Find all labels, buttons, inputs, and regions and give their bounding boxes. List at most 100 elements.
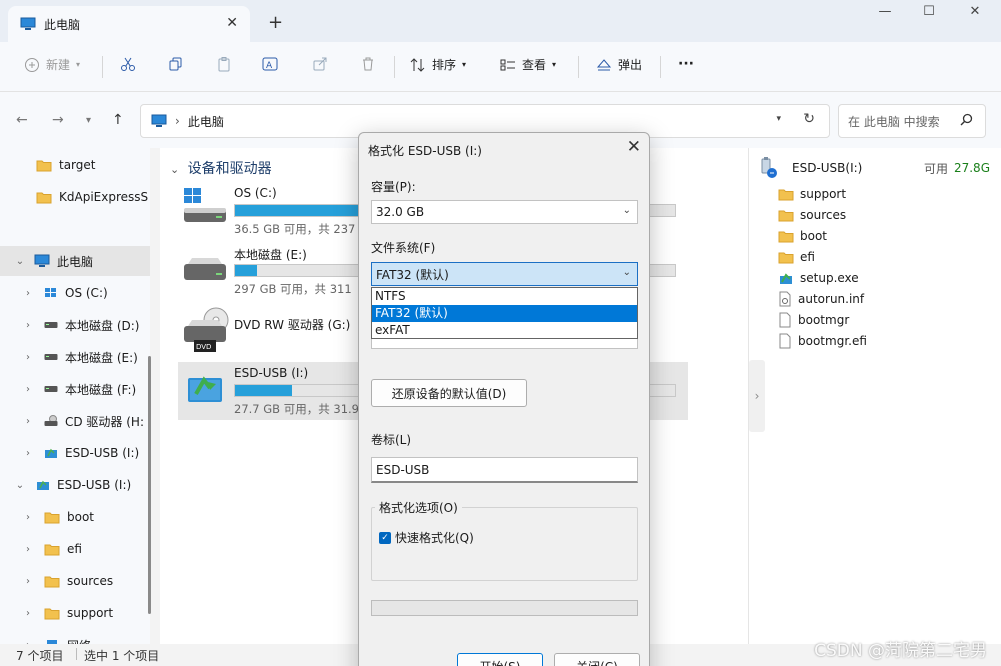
back-arrow-icon[interactable]: ← — [16, 112, 28, 128]
preview-item[interactable]: support — [778, 184, 846, 204]
chevron-right-icon[interactable]: › — [22, 288, 34, 299]
chevron-down-icon[interactable]: ⌄ — [14, 256, 26, 267]
refresh-icon[interactable]: ↻ — [803, 111, 815, 127]
nav-scrollbar[interactable] — [148, 356, 151, 614]
rename-button[interactable]: A — [262, 56, 280, 72]
scissors-icon — [120, 56, 136, 72]
chevron-right-icon[interactable]: › — [22, 320, 34, 331]
filesystem-option-ntfs[interactable]: NTFS — [372, 288, 637, 305]
tab-this-pc[interactable]: 此电脑 ✕ — [8, 6, 250, 42]
nav-item-usb-drive[interactable]: › ESD-USB (I:) — [0, 438, 150, 468]
preview-item[interactable]: setup.exe — [778, 268, 859, 288]
address-dropdown-icon[interactable]: ▾ — [776, 114, 781, 124]
preview-item[interactable]: autorun.inf — [778, 289, 864, 309]
cut-button[interactable] — [120, 56, 136, 72]
delete-button[interactable] — [360, 56, 376, 72]
forward-arrow-icon[interactable]: → — [52, 112, 64, 128]
drive-name: 本地磁盘 (E:) — [234, 248, 307, 262]
file-icon — [778, 333, 792, 349]
preview-item[interactable]: efi — [778, 247, 815, 267]
capacity-select[interactable]: 32.0 GB ⌄ — [371, 200, 638, 224]
nav-item-label: target — [59, 158, 96, 172]
view-button[interactable]: 查看 ▾ — [500, 56, 556, 73]
format-progress-bar — [371, 600, 638, 616]
tab-close-icon[interactable]: ✕ — [226, 15, 238, 31]
computer-icon — [151, 114, 167, 128]
nav-item-support[interactable]: › support — [0, 598, 150, 628]
nav-item-efi[interactable]: › efi — [0, 534, 150, 564]
nav-item-drive-c[interactable]: › OS (C:) — [0, 278, 150, 308]
search-input[interactable]: 在 此电脑 中搜索 — [848, 113, 940, 130]
restore-defaults-button[interactable]: 还原设备的默认值(D) — [371, 379, 527, 407]
nav-item-label: 本地磁盘 (E:) — [65, 350, 138, 365]
close-window-button[interactable]: ✕ — [952, 4, 998, 19]
search-icon[interactable] — [960, 113, 973, 126]
nav-item-boot[interactable]: › boot — [0, 502, 150, 532]
paste-button[interactable] — [216, 56, 232, 72]
divider — [660, 56, 661, 78]
nav-item-label: ESD-USB (I:) — [57, 478, 132, 492]
preview-item-label: bootmgr — [798, 313, 850, 327]
nav-item-drive-f[interactable]: › 本地磁盘 (F:) — [0, 374, 150, 404]
preview-item[interactable]: bootmgr.efi — [778, 331, 867, 351]
dialog-close-icon[interactable]: ✕ — [627, 137, 641, 157]
filesystem-option-exfat[interactable]: exFAT — [372, 322, 637, 339]
capacity-label: 容量(P): — [371, 180, 416, 194]
close-dialog-button[interactable]: 关闭(C) — [554, 653, 640, 666]
eject-button[interactable]: 弹出 — [596, 56, 642, 73]
preview-header: ESD-USB(I:) 可用 27.8G — [758, 156, 990, 180]
plus-circle-icon — [24, 57, 40, 73]
chevron-right-icon[interactable]: › — [22, 416, 34, 427]
usb-drive-icon — [758, 157, 780, 179]
nav-item-kdapi[interactable]: KdApiExpressS — [0, 182, 150, 212]
chevron-right-icon[interactable]: › — [22, 544, 34, 555]
nav-item-drive-e[interactable]: › 本地磁盘 (E:) — [0, 342, 150, 372]
svg-text:DVD: DVD — [196, 343, 211, 351]
nav-item-drive-d[interactable]: › 本地磁盘 (D:) — [0, 310, 150, 340]
share-button[interactable] — [312, 56, 328, 72]
quick-format-checkbox[interactable]: ✓ 快速格式化(Q) — [379, 529, 474, 546]
nav-item-target[interactable]: target — [0, 150, 150, 180]
chevron-right-icon[interactable]: › — [22, 448, 34, 459]
sort-button[interactable]: 排序 ▾ — [410, 56, 466, 73]
search-box[interactable]: 在 此电脑 中搜索 — [838, 104, 986, 138]
new-tab-button[interactable]: + — [268, 12, 283, 33]
nav-item-cd-drive[interactable]: › CD 驱动器 (H: — [0, 406, 150, 436]
start-button[interactable]: 开始(S) — [457, 653, 543, 666]
tab-title: 此电脑 — [44, 17, 81, 32]
chevron-right-icon[interactable]: › — [22, 608, 34, 619]
chevron-right-icon[interactable]: › — [22, 352, 34, 363]
nav-item-label: CD 驱动器 (H: — [65, 414, 144, 429]
nav-item-usb-root[interactable]: ⌄ ESD-USB (I:) — [0, 470, 150, 500]
filesystem-select[interactable]: FAT32 (默认) ⌄ — [371, 262, 638, 286]
preview-item[interactable]: sources — [778, 205, 846, 225]
maximize-button[interactable]: ☐ — [906, 4, 952, 19]
breadcrumb[interactable]: 此电脑 — [188, 113, 224, 130]
preview-collapse-button[interactable]: › — [749, 360, 765, 432]
volume-label-input[interactable]: ESD-USB — [371, 457, 638, 483]
nav-item-this-pc[interactable]: ⌄ 此电脑 — [0, 246, 150, 276]
svg-text:A: A — [266, 61, 273, 71]
dvd-drive-icon: DVD — [182, 306, 230, 356]
chevron-right-icon[interactable]: › — [22, 384, 34, 395]
drive-info: 36.5 GB 可用，共 237 — [234, 222, 356, 236]
copy-button[interactable] — [168, 56, 184, 72]
recent-chevron-icon[interactable]: ▾ — [86, 115, 91, 126]
more-options-button[interactable]: ··· — [678, 56, 694, 72]
nav-item-label: 此电脑 — [57, 254, 94, 269]
usb-drive-icon — [36, 479, 50, 491]
preview-item[interactable]: bootmgr — [778, 310, 849, 330]
new-button[interactable]: 新建 ▾ — [24, 56, 80, 73]
cd-drive-icon — [44, 415, 58, 427]
chevron-right-icon[interactable]: › — [22, 576, 34, 587]
chevron-down-icon[interactable]: ⌄ — [14, 480, 26, 491]
chevron-right-icon[interactable]: › — [22, 512, 34, 523]
chevron-right-icon: › — [754, 389, 760, 403]
filesystem-option-fat32[interactable]: FAT32 (默认) — [372, 305, 637, 322]
nav-item-sources[interactable]: › sources — [0, 566, 150, 596]
nav-item-network[interactable]: › 网络 — [0, 630, 150, 644]
group-header[interactable]: ⌄ 设备和驱动器 — [170, 158, 272, 178]
up-arrow-icon[interactable]: ↑ — [112, 112, 124, 128]
preview-item[interactable]: boot — [778, 226, 827, 246]
minimize-button[interactable]: — — [862, 4, 908, 19]
